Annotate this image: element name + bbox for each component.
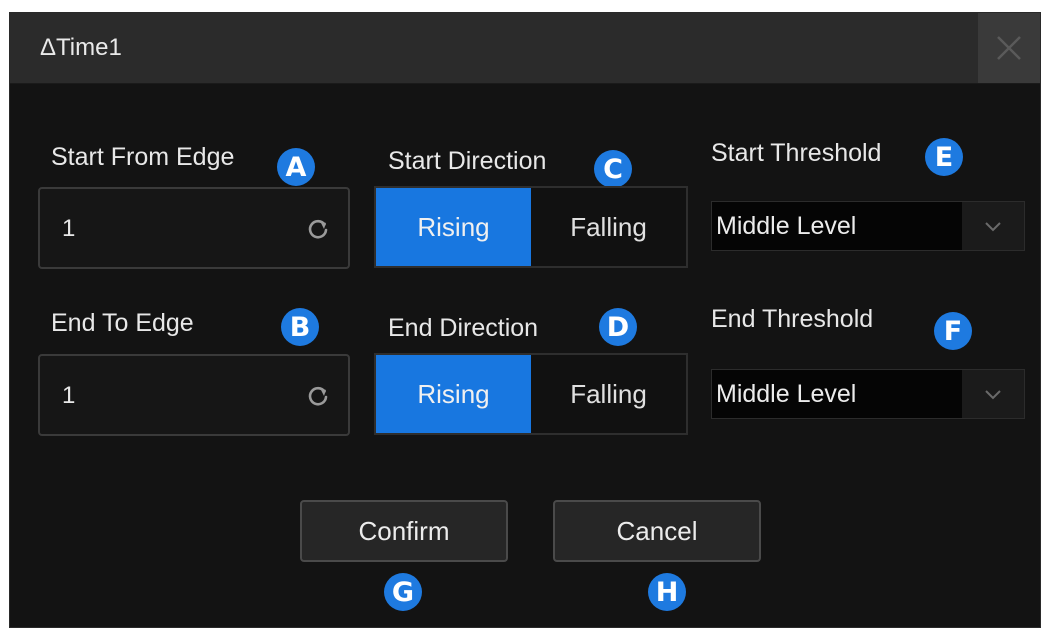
refresh-icon[interactable] [306, 218, 330, 242]
start-direction-rising-option[interactable]: Rising [376, 188, 531, 266]
chevron-down-icon [985, 222, 1001, 232]
end-threshold-value: Middle Level [712, 370, 962, 418]
start-threshold-dropdown-button[interactable] [962, 202, 1024, 250]
end-to-edge-input[interactable]: 1 [38, 354, 350, 436]
chevron-down-icon [985, 390, 1001, 400]
end-direction-rising-option[interactable]: Rising [376, 355, 531, 433]
end-threshold-label: End Threshold [711, 305, 874, 333]
start-threshold-value: Middle Level [712, 202, 962, 250]
callout-badge-b: B [281, 308, 319, 346]
end-direction-label: End Direction [388, 314, 539, 342]
end-threshold-select[interactable]: Middle Level [711, 369, 1025, 419]
start-direction-falling-option[interactable]: Falling [531, 188, 686, 266]
close-button[interactable] [978, 13, 1040, 83]
callout-badge-c: C [594, 150, 632, 188]
callout-badge-f: F [934, 312, 972, 350]
callout-badge-d: D [599, 308, 637, 346]
end-direction-falling-option[interactable]: Falling [531, 355, 686, 433]
dialog-titlebar: ΔTime1 [10, 13, 1040, 84]
callout-badge-e: E [925, 138, 963, 176]
dialog-title: ΔTime1 [40, 34, 122, 61]
callout-badge-g: G [384, 573, 422, 611]
start-threshold-label: Start Threshold [711, 139, 882, 167]
start-from-edge-label: Start From Edge [51, 143, 235, 171]
end-to-edge-label: End To Edge [51, 309, 194, 337]
callout-badge-a: A [277, 148, 315, 186]
refresh-icon[interactable] [306, 385, 330, 409]
end-threshold-dropdown-button[interactable] [962, 370, 1024, 418]
start-threshold-select[interactable]: Middle Level [711, 201, 1025, 251]
confirm-button[interactable]: Confirm [300, 500, 508, 562]
end-to-edge-value: 1 [62, 382, 76, 409]
cancel-button[interactable]: Cancel [553, 500, 761, 562]
start-from-edge-value: 1 [62, 215, 76, 242]
delta-time-dialog: ΔTime1 Start From Edge A 1 End To Edge B… [9, 12, 1041, 628]
end-direction-toggle: Rising Falling [374, 353, 688, 435]
callout-badge-h: H [648, 573, 686, 611]
close-icon [997, 36, 1021, 60]
start-from-edge-input[interactable]: 1 [38, 187, 350, 269]
start-direction-label: Start Direction [388, 147, 547, 175]
start-direction-toggle: Rising Falling [374, 186, 688, 268]
